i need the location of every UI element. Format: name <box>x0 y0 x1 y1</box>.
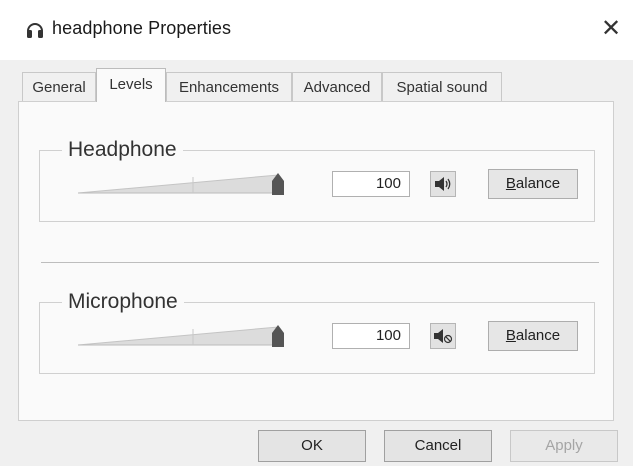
tab-general[interactable]: General <box>22 72 96 101</box>
tab-levels[interactable]: Levels <box>96 68 166 102</box>
tab-enhancements[interactable]: Enhancements <box>166 72 292 101</box>
tab-advanced[interactable]: Advanced <box>292 72 382 101</box>
microphone-mute-button[interactable] <box>430 323 456 349</box>
microphone-balance-button[interactable]: Balance <box>488 321 578 351</box>
headphone-group-title: Headphone <box>62 138 183 162</box>
apply-button[interactable]: Apply <box>510 430 618 462</box>
title-bar: headphone Properties ✕ <box>0 0 633 60</box>
balance-accelerator: B <box>505 327 516 344</box>
balance-accelerator: B <box>505 175 516 192</box>
balance-label: alance <box>515 175 561 192</box>
section-divider <box>41 262 599 263</box>
tab-spatial-sound[interactable]: Spatial sound <box>382 72 502 101</box>
microphone-group: Microphone 100 Balance <box>39 290 595 374</box>
headphone-volume-field[interactable]: 100 <box>332 171 410 197</box>
ok-button[interactable]: OK <box>258 430 366 462</box>
balance-label: alance <box>515 327 561 344</box>
close-button[interactable]: ✕ <box>596 14 626 44</box>
window-title: headphone Properties <box>52 18 232 38</box>
levels-panel: Headphone 100 Balance Microphone 100 Bal… <box>18 101 614 421</box>
headphone-volume-slider[interactable] <box>77 173 318 195</box>
microphone-volume-field[interactable]: 100 <box>332 323 410 349</box>
microphone-volume-slider[interactable] <box>77 325 318 347</box>
microphone-group-title: Microphone <box>62 290 184 314</box>
speaker-icon <box>431 177 455 200</box>
headphone-group: Headphone 100 Balance <box>39 138 595 222</box>
speaker-muted-icon <box>431 329 455 352</box>
headphone-icon <box>26 20 44 40</box>
headphone-balance-button[interactable]: Balance <box>488 169 578 199</box>
speaker-button[interactable] <box>430 171 456 197</box>
cancel-button[interactable]: Cancel <box>384 430 492 462</box>
